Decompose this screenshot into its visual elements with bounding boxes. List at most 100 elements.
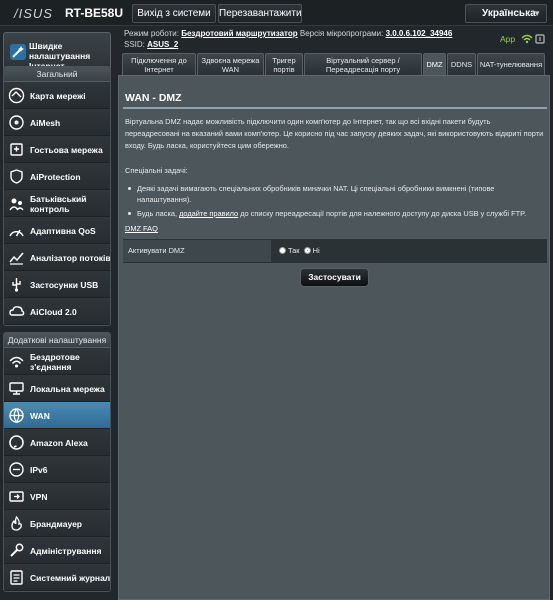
sidebar-item-aicloud[interactable]: AiCloud 2.0 bbox=[4, 298, 110, 325]
tab-0[interactable]: Підключення до Інтернет bbox=[122, 53, 196, 75]
sidebar-item-label: Системний журнал bbox=[30, 572, 111, 583]
advanced-section: Додаткові налаштування Бездротове з'єдна… bbox=[3, 332, 111, 592]
wan-globe-icon bbox=[9, 408, 24, 424]
aiprotection-icon bbox=[10, 169, 23, 184]
alexa-icon bbox=[9, 435, 24, 450]
usb-status-icon bbox=[535, 34, 545, 44]
sidebar-item-label: Брандмауер bbox=[30, 518, 82, 529]
qos-icon bbox=[9, 229, 24, 237]
traffic-analyzer-icon bbox=[9, 252, 24, 265]
general-header: Загальний bbox=[4, 67, 110, 82]
wand-icon bbox=[10, 44, 26, 60]
sidebar-item-vpn[interactable]: VPN bbox=[4, 483, 110, 510]
sidebar-item-label: Адаптивна QoS bbox=[30, 225, 96, 236]
apply-button[interactable]: Застосувати bbox=[300, 268, 369, 287]
sidebar-item-label: WAN bbox=[30, 410, 50, 421]
lan-icon bbox=[9, 382, 24, 395]
enable-dmz-row: Активувати DMZ Так Ні bbox=[123, 239, 547, 263]
sidebar-item-label: Аналізатор потоків bbox=[30, 252, 111, 263]
tab-3[interactable]: Віртуальний сервер / Переадресація порту bbox=[304, 53, 422, 75]
tab-2[interactable]: Тригер портів bbox=[265, 53, 303, 75]
firewall-icon bbox=[11, 515, 22, 531]
chevron-down-icon: ▼ bbox=[533, 9, 541, 18]
vpn-icon bbox=[9, 491, 24, 502]
guest-network-icon bbox=[10, 143, 23, 156]
dmz-faq-link[interactable]: DMZ FAQ bbox=[125, 224, 158, 233]
sidebar-item-label: Amazon Alexa bbox=[30, 437, 88, 448]
sidebar-item-parental-control[interactable]: Батьківський контроль bbox=[4, 190, 110, 217]
sidebar-item-label: Локальна мережа bbox=[30, 383, 105, 394]
sidebar: Швидке налаштування Інтернет Загальний К… bbox=[0, 26, 114, 600]
asus-logo: /ISUS bbox=[14, 6, 53, 21]
status-line: Режим роботи: Бездротовий маршрутизатор … bbox=[124, 28, 452, 50]
sidebar-item-firewall[interactable]: Брандмауер bbox=[4, 510, 110, 537]
radio-no[interactable] bbox=[303, 247, 311, 254]
sidebar-item-label: AiCloud 2.0 bbox=[30, 306, 77, 317]
aimesh-icon bbox=[9, 115, 24, 130]
sidebar-item-wireless[interactable]: Бездротове з'єднання bbox=[4, 348, 110, 375]
sidebar-item-label: VPN bbox=[30, 491, 48, 502]
sidebar-item-label: Бездротове з'єднання bbox=[30, 351, 80, 372]
bullet-nat-helpers: Деякі задачі вимагають спеціальних оброб… bbox=[128, 183, 537, 205]
page-title: WAN - DMZ bbox=[125, 92, 182, 104]
top-bar: /ISUS RT-BE58U Вихід з системи Перезаван… bbox=[0, 0, 553, 26]
firmware-label: Версія мікропрограми: bbox=[299, 29, 384, 38]
sidebar-item-alexa[interactable]: Amazon Alexa bbox=[4, 429, 110, 456]
sidebar-item-qos[interactable]: Адаптивна QoS bbox=[4, 217, 110, 244]
general-section: Загальний Карта мережі AiMesh Гостьова мер… bbox=[3, 66, 111, 326]
tab-1[interactable]: Здвоєна мережа WAN bbox=[197, 53, 264, 75]
sidebar-item-label: IPv6 bbox=[30, 464, 48, 475]
sidebar-item-label: Застосунки USB bbox=[30, 279, 99, 290]
wireless-icon bbox=[9, 356, 24, 368]
sidebar-item-ipv6[interactable]: IPv6 bbox=[4, 456, 110, 483]
mode-value-link[interactable]: Бездротовий маршрутизатор bbox=[181, 29, 297, 38]
dmz-description: Віртуальна DMZ надає можливість підключи… bbox=[125, 117, 544, 150]
tab-5[interactable]: DDNS bbox=[447, 53, 476, 75]
sidebar-item-system-log[interactable]: Системний журнал bbox=[4, 564, 110, 591]
sidebar-item-aiprotection[interactable]: AiProtection bbox=[4, 163, 110, 190]
aicloud-icon bbox=[9, 306, 25, 316]
add-rule-link[interactable]: додайте правило bbox=[179, 209, 238, 218]
sidebar-item-traffic-analyzer[interactable]: Аналізатор потоків bbox=[4, 244, 110, 271]
sidebar-item-lan[interactable]: Локальна мережа bbox=[4, 375, 110, 402]
language-select[interactable]: Українська ▼ bbox=[465, 4, 547, 23]
sidebar-item-label: AiMesh bbox=[30, 117, 61, 128]
radio-yes[interactable] bbox=[279, 247, 286, 254]
firmware-value-link[interactable]: 3.0.0.6.102_34946 bbox=[386, 29, 453, 38]
title-divider bbox=[123, 107, 547, 109]
sidebar-item-wan-globe[interactable]: WAN bbox=[4, 402, 110, 429]
ssid-value: ASUS_2 bbox=[147, 40, 179, 49]
reboot-button[interactable]: Перезавантажити bbox=[218, 4, 302, 23]
parental-control-icon bbox=[9, 198, 24, 211]
sidebar-item-network-map[interactable]: Карта мережі bbox=[4, 82, 110, 109]
mode-label: Режим роботи: bbox=[124, 29, 179, 38]
radio-no-label: Ні bbox=[312, 246, 320, 255]
sidebar-item-label: Адміністрування bbox=[30, 545, 102, 556]
sidebar-item-label: Батьківський контроль bbox=[30, 193, 87, 214]
ipv6-icon bbox=[9, 462, 24, 477]
system-log-icon bbox=[10, 570, 23, 585]
tab-6[interactable]: NAT-тунелювання bbox=[477, 53, 545, 75]
sidebar-item-label: AiProtection bbox=[30, 171, 81, 182]
content-panel: WAN - DMZ Віртуальна DMZ надає можливіст… bbox=[118, 75, 550, 600]
advanced-header: Додаткові налаштування bbox=[4, 333, 110, 348]
sidebar-item-aimesh[interactable]: AiMesh bbox=[4, 109, 110, 136]
sidebar-item-usb[interactable]: Застосунки USB bbox=[4, 271, 110, 298]
enable-dmz-options: Так Ні bbox=[271, 240, 547, 262]
administration-icon bbox=[10, 543, 24, 557]
tab-4[interactable]: DMZ bbox=[423, 53, 446, 75]
wifi-status-icon bbox=[521, 34, 533, 44]
sidebar-item-label: Карта мережі bbox=[30, 90, 86, 101]
network-map-icon bbox=[8, 87, 25, 104]
bullet-usb-ftp: Будь ласка, додайте правило до списку пе… bbox=[128, 208, 537, 219]
language-value: Українська bbox=[482, 8, 536, 19]
enable-dmz-label: Активувати DMZ bbox=[123, 240, 271, 262]
sidebar-item-administration[interactable]: Адміністрування bbox=[4, 537, 110, 564]
app-link[interactable]: App bbox=[500, 34, 515, 44]
router-model: RT-BE58U bbox=[65, 6, 124, 20]
sidebar-item-label: Гостьова мережа bbox=[30, 144, 103, 155]
radio-yes-label: Так bbox=[288, 246, 300, 255]
sidebar-item-guest-network[interactable]: Гостьова мережа bbox=[4, 136, 110, 163]
usb-icon bbox=[12, 278, 21, 292]
logout-button[interactable]: Вихід з системи bbox=[132, 4, 216, 23]
